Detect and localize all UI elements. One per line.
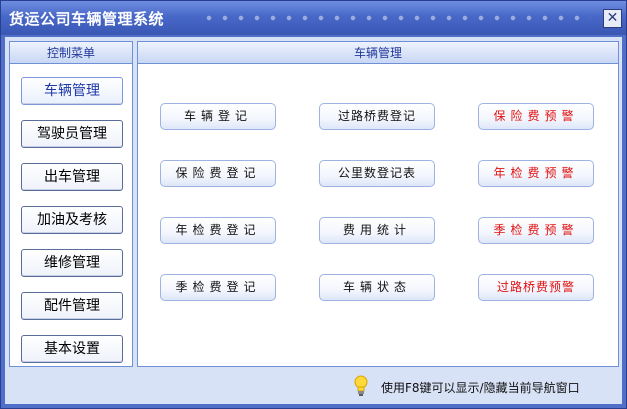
menu-vehicle-management[interactable]: 车辆管理 [21,77,123,105]
mileage-register-button[interactable]: 公里数登记表 [319,160,435,187]
title-decoration [201,14,591,22]
menu-repair-management[interactable]: 维修管理 [21,249,123,277]
main-panel-header: 车辆管理 [138,42,618,64]
window-title: 货运公司车辆管理系统 [9,10,165,28]
menu-fuel-assessment[interactable]: 加油及考核 [21,206,123,234]
lightbulb-icon [354,375,368,396]
status-bar: 使用F8键可以显示/隐藏当前导航窗口 [9,371,619,401]
control-menu-header: 控制菜单 [10,42,132,64]
client-area: 控制菜单 车辆管理 驾驶员管理 出车管理 加油及考核 维修管理 配件管理 基本设… [5,37,622,404]
quarterly-inspection-warning-button[interactable]: 季检费预警 [478,217,594,244]
quarterly-inspection-register-button[interactable]: 季检费登记 [160,274,276,301]
toll-register-button[interactable]: 过路桥费登记 [319,103,435,130]
annual-inspection-register-button[interactable]: 年检费登记 [160,217,276,244]
navigation-hint-text: 使用F8键可以显示/隐藏当前导航窗口 [381,381,580,395]
annual-inspection-warning-button[interactable]: 年检费预警 [478,160,594,187]
expense-statistics-button[interactable]: 费用统计 [319,217,435,244]
vehicle-register-button[interactable]: 车辆登记 [160,103,276,130]
insurance-warning-button[interactable]: 保险费预警 [478,103,594,130]
menu-parts-management[interactable]: 配件管理 [21,292,123,320]
vehicle-management-panel: 车辆管理 车辆登记 过路桥费登记 保险费预警 保险费登记 公里数登记表 年检费预… [137,41,619,367]
menu-driver-management[interactable]: 驾驶员管理 [21,120,123,148]
vehicle-status-button[interactable]: 车辆状态 [319,274,435,301]
insurance-register-button[interactable]: 保险费登记 [160,160,276,187]
app-window: 货运公司车辆管理系统 ✕ 控制菜单 车辆管理 驾驶员管理 出车管理 加油及考核 … [0,0,627,409]
toll-warning-button[interactable]: 过路桥费预警 [478,274,594,301]
title-bar[interactable]: 货运公司车辆管理系统 ✕ [1,1,626,35]
menu-basic-settings[interactable]: 基本设置 [21,335,123,363]
close-button[interactable]: ✕ [603,9,622,28]
control-menu-panel: 控制菜单 车辆管理 驾驶员管理 出车管理 加油及考核 维修管理 配件管理 基本设… [9,41,133,367]
menu-dispatch-management[interactable]: 出车管理 [21,163,123,191]
